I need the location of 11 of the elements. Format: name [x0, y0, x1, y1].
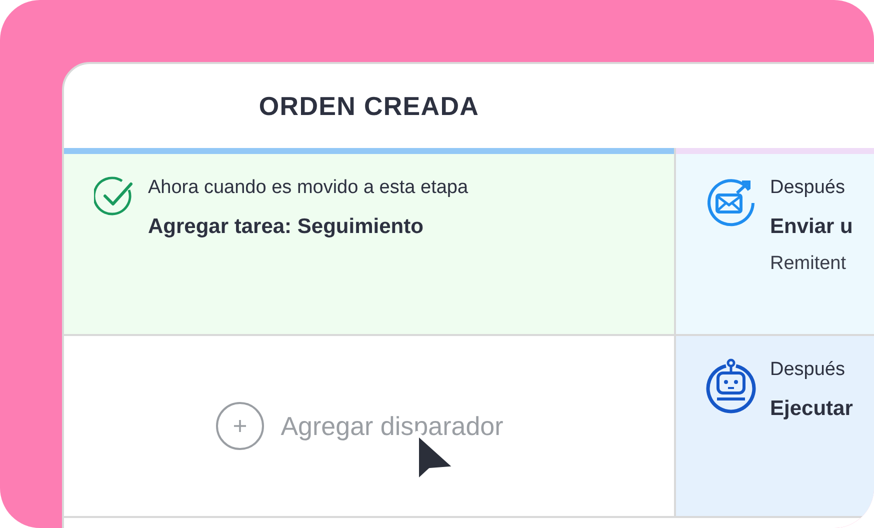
add-trigger-button[interactable]: Agregar disparador: [214, 401, 504, 451]
stage-title: ORDEN CREADA: [258, 90, 480, 122]
action-title: Enviar u: [770, 214, 853, 240]
trigger-caption: Ahora cuando es movido a esta etapa: [148, 176, 468, 200]
plus-circle-icon: [214, 401, 265, 451]
action-title: Agregar tarea: Seguimiento: [148, 214, 424, 240]
action-detail: Remitent: [770, 252, 848, 276]
robot-icon: [704, 358, 758, 414]
trigger-caption: Después: [770, 176, 846, 200]
trigger-caption: Después: [770, 358, 846, 382]
action-title: Ejecutar: [770, 396, 853, 422]
